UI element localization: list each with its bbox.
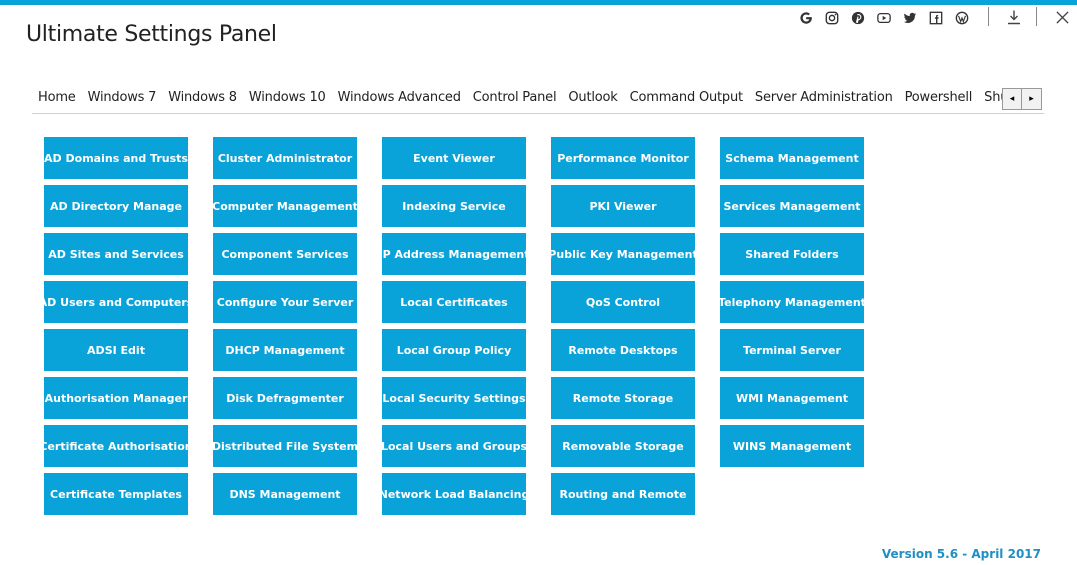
tool-tile-button[interactable]: Network Load Balancing	[382, 473, 526, 515]
tool-tile-button[interactable]: Cluster Administrator	[213, 137, 357, 179]
tab-server-administration[interactable]: Server Administration	[748, 88, 899, 114]
tool-tile-button[interactable]: Certificate Templates	[44, 473, 188, 515]
accent-top-bar	[0, 0, 1077, 5]
tool-tile-button[interactable]: AD Users and Computers	[44, 281, 188, 323]
tab-scroll-controls: ◂ ▸	[1002, 88, 1042, 110]
tool-tile-button[interactable]: Routing and Remote	[551, 473, 695, 515]
toolbar-separator	[1036, 7, 1037, 26]
instagram-icon[interactable]	[823, 9, 841, 27]
twitter-icon[interactable]	[901, 9, 919, 27]
tab-control-panel[interactable]: Control Panel	[467, 88, 563, 114]
tool-tile-button[interactable]: Remote Desktops	[551, 329, 695, 371]
tool-tile-button[interactable]: AD Sites and Services	[44, 233, 188, 275]
tool-tile-button[interactable]: Terminal Server	[720, 329, 864, 371]
tool-tile-button[interactable]: Performance Monitor	[551, 137, 695, 179]
toolbar-separator	[988, 7, 989, 26]
tab-windows-10[interactable]: Windows 10	[243, 88, 332, 114]
tool-tile-button[interactable]: Telephony Management	[720, 281, 864, 323]
tab-powershell[interactable]: Powershell	[899, 88, 979, 114]
tab-divider	[32, 113, 1044, 114]
google-icon[interactable]	[797, 9, 815, 27]
tool-tile-button[interactable]: Removable Storage	[551, 425, 695, 467]
tab-outlook[interactable]: Outlook	[562, 88, 623, 114]
tool-tile-button[interactable]: Local Users and Groups	[382, 425, 526, 467]
tool-tile-button[interactable]: Distributed File System	[213, 425, 357, 467]
download-icon[interactable]	[1004, 7, 1024, 27]
tool-tile-button[interactable]: Shared Folders	[720, 233, 864, 275]
tool-tile-button[interactable]: Local Certificates	[382, 281, 526, 323]
tool-tile-button[interactable]: IP Address Management	[382, 233, 526, 275]
version-label: Version 5.6 - April 2017	[881, 547, 1041, 561]
tool-tile-button[interactable]: WMI Management	[720, 377, 864, 419]
tool-tile-button[interactable]: ADSI Edit	[44, 329, 188, 371]
tool-tile-button[interactable]: DHCP Management	[213, 329, 357, 371]
close-icon[interactable]	[1052, 7, 1072, 27]
tool-tile-button[interactable]: AD Directory Manage	[44, 185, 188, 227]
tool-tile-button[interactable]: Services Management	[720, 185, 864, 227]
tool-tile-button[interactable]: Local Security Settings	[382, 377, 526, 419]
tool-tile-button[interactable]: QoS Control	[551, 281, 695, 323]
tab-strip: Home Windows 7 Windows 8 Windows 10 Windows …	[32, 86, 1002, 114]
tool-tile-button[interactable]: Schema Management	[720, 137, 864, 179]
tab-shutdown[interactable]: Shutdown C	[978, 88, 1002, 114]
scroll-right-button[interactable]: ▸	[1022, 88, 1042, 110]
tool-tile-button[interactable]: Computer Management	[213, 185, 357, 227]
tool-tile-button[interactable]: Component Services	[213, 233, 357, 275]
tool-tile-button[interactable]: Indexing Service	[382, 185, 526, 227]
tab-windows-advanced[interactable]: Windows Advanced	[332, 88, 467, 114]
tool-tile-button[interactable]: WINS Management	[720, 425, 864, 467]
app-title: Ultimate Settings Panel	[26, 22, 277, 47]
tab-command-output[interactable]: Command Output	[624, 88, 749, 114]
tool-tile-button[interactable]: Public Key Management	[551, 233, 695, 275]
tab-home[interactable]: Home	[32, 88, 82, 114]
scroll-left-button[interactable]: ◂	[1002, 88, 1022, 110]
tool-tile-button[interactable]: PKI Viewer	[551, 185, 695, 227]
tool-tile-button[interactable]: DNS Management	[213, 473, 357, 515]
wordpress-icon[interactable]	[953, 9, 971, 27]
youtube-icon[interactable]	[875, 9, 893, 27]
tab-windows-8[interactable]: Windows 8	[162, 88, 243, 114]
social-links	[797, 9, 979, 27]
facebook-icon[interactable]	[927, 9, 945, 27]
tool-tile-button[interactable]: Remote Storage	[551, 377, 695, 419]
tool-tile-button[interactable]: AD Domains and Trusts	[44, 137, 188, 179]
tool-tile-button[interactable]: Configure Your Server	[213, 281, 357, 323]
tool-tile-button[interactable]: Authorisation Manager	[44, 377, 188, 419]
tool-tile-button[interactable]: Disk Defragmenter	[213, 377, 357, 419]
tab-windows-7[interactable]: Windows 7	[82, 88, 163, 114]
tool-tile-button[interactable]: Certificate Authorisation	[44, 425, 188, 467]
pinterest-icon[interactable]	[849, 9, 867, 27]
tool-tile-button[interactable]: Event Viewer	[382, 137, 526, 179]
tool-tile-button[interactable]: Local Group Policy	[382, 329, 526, 371]
